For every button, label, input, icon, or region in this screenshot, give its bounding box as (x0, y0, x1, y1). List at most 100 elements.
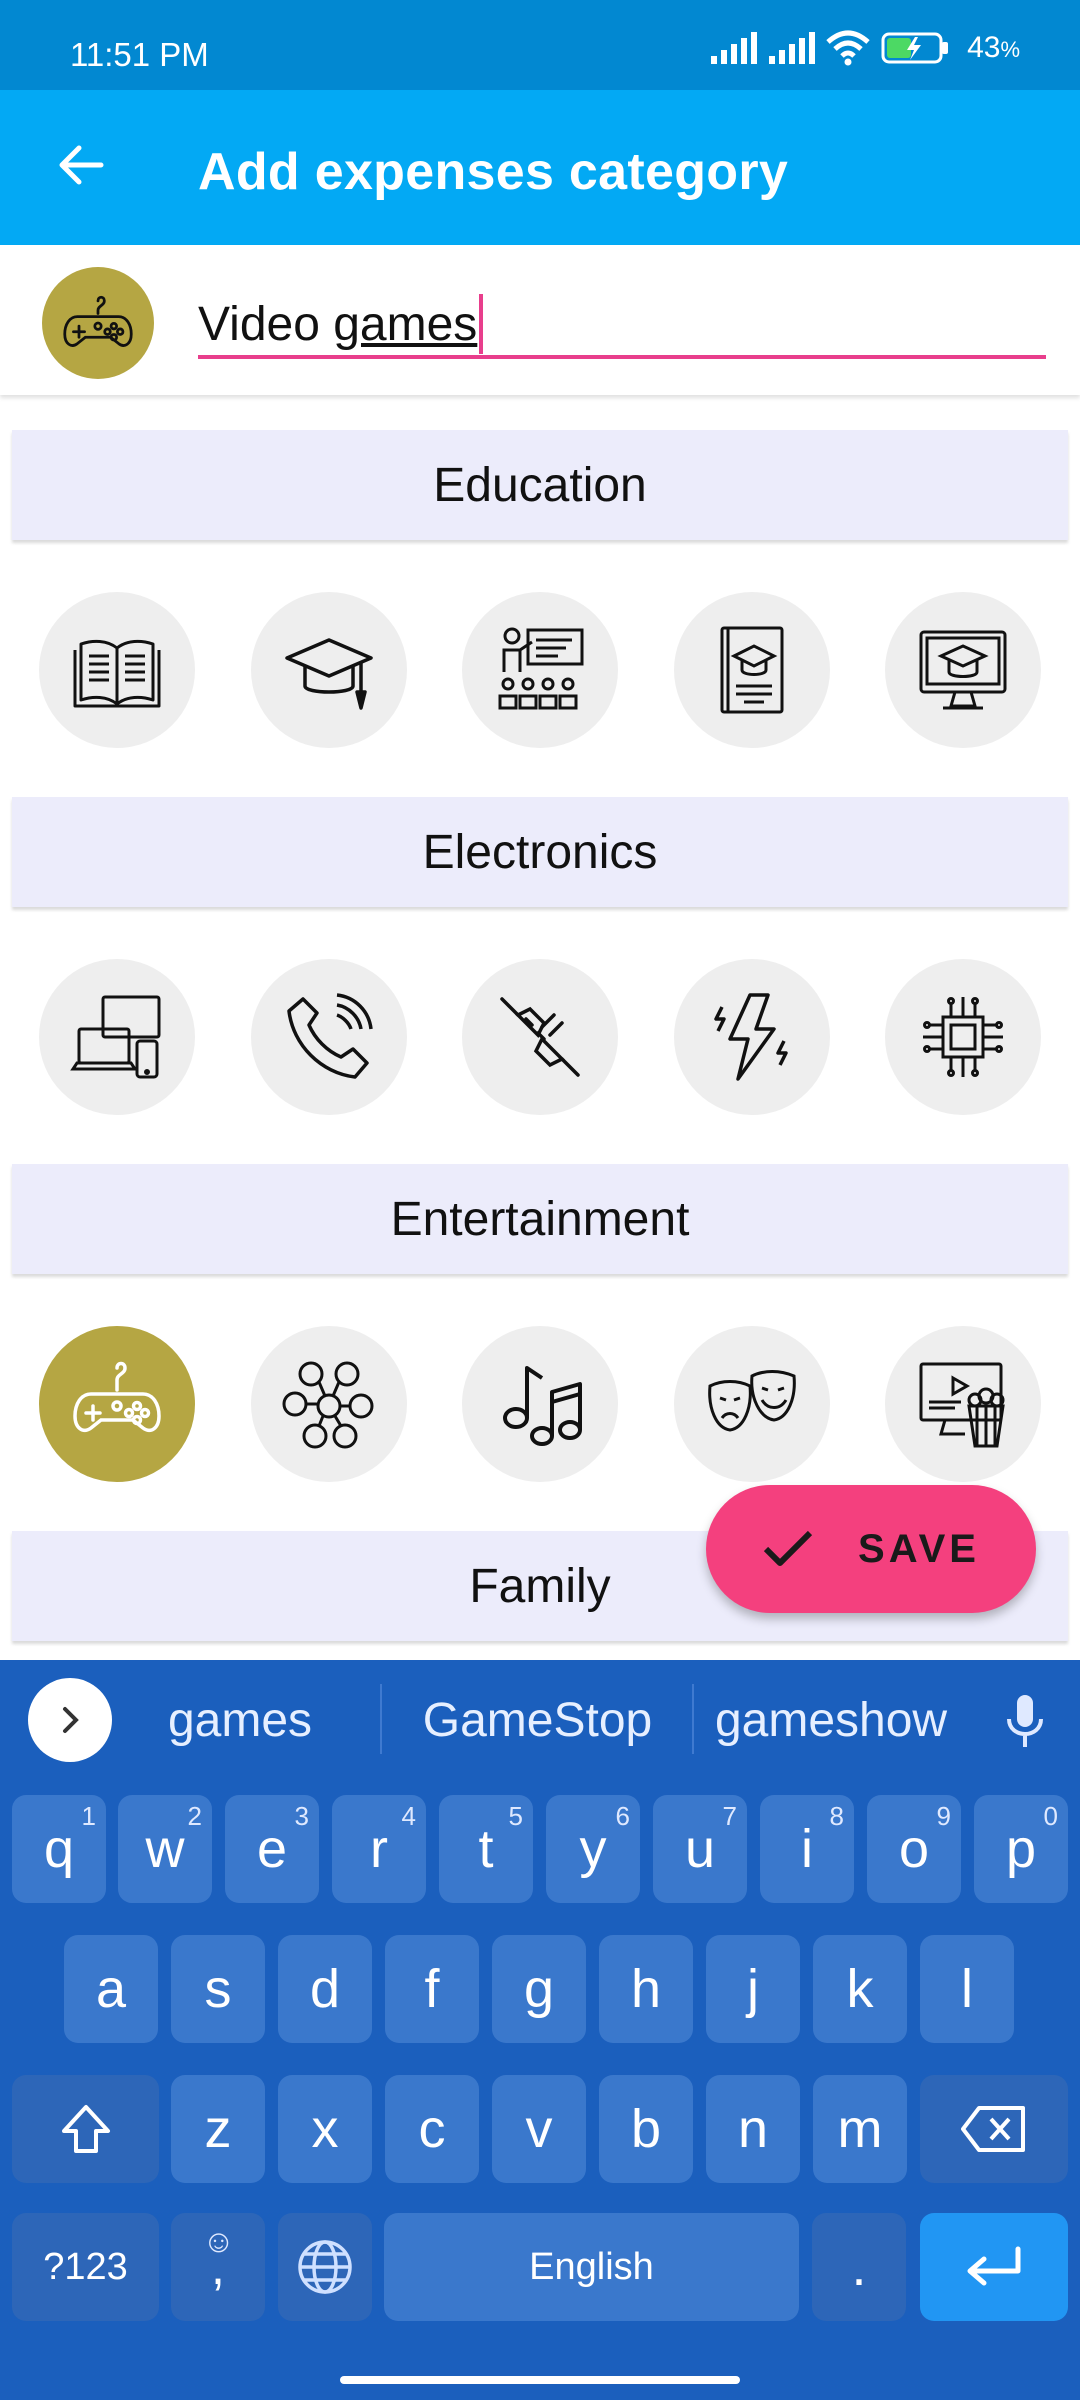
suggestion-item[interactable]: gameshow (706, 1660, 956, 1780)
category-header-entertainment: Entertainment (12, 1164, 1068, 1274)
space-bar[interactable]: English (384, 2213, 799, 2321)
suggestion-divider (380, 1684, 382, 1754)
graduation-cap-icon (285, 638, 373, 710)
period-key[interactable]: . (812, 2213, 906, 2321)
movie-popcorn-icon (919, 1362, 1005, 1448)
key-p[interactable]: p0 (974, 1795, 1068, 1903)
shift-arrow-icon (61, 2105, 110, 2153)
devices-icon (70, 995, 161, 1079)
key-u[interactable]: u7 (653, 1795, 747, 1903)
app-bar: Add expenses category (0, 90, 1080, 245)
gamepad-icon (63, 295, 133, 347)
teacher-classroom-icon (498, 627, 584, 710)
icon-option[interactable] (39, 592, 195, 748)
social-network-icon (282, 1361, 374, 1449)
lightning-icon (714, 993, 788, 1081)
icon-option[interactable] (251, 1326, 407, 1482)
back-button[interactable] (40, 125, 120, 205)
check-icon (763, 1530, 813, 1566)
key-f[interactable]: f (385, 1935, 479, 2043)
key-c[interactable]: c (385, 2075, 479, 2183)
icon-option[interactable] (885, 592, 1041, 748)
icon-option[interactable] (885, 959, 1041, 1115)
theater-masks-icon (708, 1370, 796, 1432)
icon-option[interactable] (674, 1326, 830, 1482)
backspace-icon (961, 2106, 1025, 2152)
signal-icon (769, 32, 816, 64)
key-z[interactable]: z (171, 2075, 265, 2183)
key-x[interactable]: x (278, 2075, 372, 2183)
key-b[interactable]: b (599, 2075, 693, 2183)
comma-emoji-key[interactable]: , ☺ (171, 2213, 265, 2321)
globe-icon (298, 2240, 352, 2294)
key-r[interactable]: r4 (332, 1795, 426, 1903)
icon-option[interactable] (674, 959, 830, 1115)
battery-level: 43% (967, 31, 1020, 64)
language-key[interactable] (278, 2213, 372, 2321)
category-name-value: Video games (198, 297, 478, 351)
emoji-icon: ☺ (202, 2223, 235, 2259)
category-name-row: Video games (0, 245, 1080, 395)
shift-key[interactable] (12, 2075, 159, 2183)
soft-keyboard: games GameStop gameshow q1 w2 e3 r4 t5 y… (0, 1660, 1080, 2400)
suggestion-divider (692, 1684, 694, 1754)
education-icon-row (0, 592, 1080, 752)
icon-option-selected[interactable] (39, 1326, 195, 1482)
diploma-book-icon (720, 626, 784, 714)
save-button[interactable]: SAVE (706, 1485, 1036, 1613)
key-w[interactable]: w2 (118, 1795, 212, 1903)
enter-arrow-icon (967, 2246, 1021, 2286)
category-header-electronics: Electronics (12, 797, 1068, 907)
plug-cable-icon (500, 997, 580, 1077)
gamepad-icon (73, 1361, 161, 1433)
key-o[interactable]: o9 (867, 1795, 961, 1903)
selected-icon-avatar[interactable] (42, 267, 154, 379)
key-m[interactable]: m (813, 2075, 907, 2183)
icon-option[interactable] (462, 1326, 618, 1482)
icon-option[interactable] (462, 959, 618, 1115)
key-e[interactable]: e3 (225, 1795, 319, 1903)
key-q[interactable]: q1 (12, 1795, 106, 1903)
key-i[interactable]: i8 (760, 1795, 854, 1903)
key-l[interactable]: l (920, 1935, 1014, 2043)
key-h[interactable]: h (599, 1935, 693, 2043)
category-name-input[interactable]: Video games (198, 293, 1046, 359)
key-n[interactable]: n (706, 2075, 800, 2183)
icon-option[interactable] (674, 592, 830, 748)
electronics-icon-row (0, 959, 1080, 1119)
suggestion-bar: games GameStop gameshow (0, 1660, 1080, 1780)
key-v[interactable]: v (492, 2075, 586, 2183)
key-j[interactable]: j (706, 1935, 800, 2043)
microchip-icon (923, 997, 1003, 1077)
wifi-icon (826, 30, 870, 66)
icon-option[interactable] (885, 1326, 1041, 1482)
key-a[interactable]: a (64, 1935, 158, 2043)
suggestion-item[interactable]: GameStop (400, 1660, 675, 1780)
icon-option[interactable] (251, 959, 407, 1115)
keyboard-toolbar-expand[interactable] (28, 1678, 112, 1762)
home-indicator[interactable] (340, 2376, 740, 2384)
open-book-icon (73, 639, 161, 708)
key-y[interactable]: y6 (546, 1795, 640, 1903)
key-g[interactable]: g (492, 1935, 586, 2043)
enter-key[interactable] (920, 2213, 1068, 2321)
save-button-label: SAVE (858, 1526, 980, 1571)
key-d[interactable]: d (278, 1935, 372, 2043)
arrow-left-icon (59, 145, 104, 185)
icon-option[interactable] (39, 959, 195, 1115)
icon-option[interactable] (462, 592, 618, 748)
key-k[interactable]: k (813, 1935, 907, 2043)
chevron-right-icon (63, 1707, 79, 1733)
status-icons: 43% (709, 30, 1020, 66)
phone-call-icon (287, 993, 373, 1079)
icon-option[interactable] (251, 592, 407, 748)
voice-input-button[interactable] (990, 1686, 1060, 1756)
key-t[interactable]: t5 (439, 1795, 533, 1903)
status-bar: 11:51 PM 43% (0, 0, 1080, 90)
suggestion-item[interactable]: games (130, 1660, 350, 1780)
key-s[interactable]: s (171, 1935, 265, 2043)
symbols-key[interactable]: ?123 (12, 2213, 159, 2321)
backspace-key[interactable] (920, 2075, 1068, 2183)
status-time: 11:51 PM (70, 36, 209, 73)
page-title: Add expenses category (198, 143, 789, 201)
